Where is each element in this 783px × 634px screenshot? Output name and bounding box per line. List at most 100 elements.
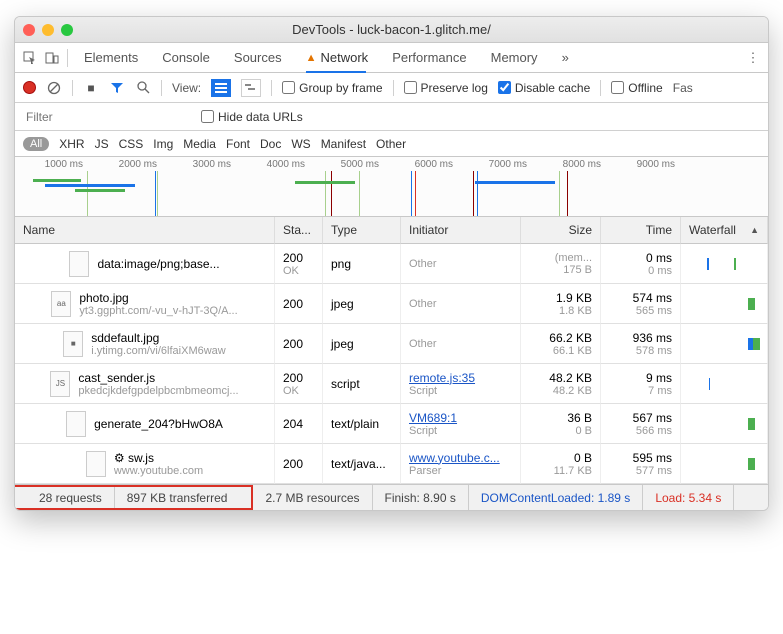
table-cell[interactable]: ⚙ sw.jswww.youtube.com [15,444,275,484]
table-cell[interactable] [681,404,768,444]
table-cell[interactable]: www.youtube.c...Parser [401,444,521,484]
warning-icon: ▲ [306,52,317,64]
status-finish: Finish: 8.90 s [373,485,469,510]
filter-icon[interactable] [109,80,125,96]
group-by-frame-checkbox[interactable]: Group by frame [282,81,382,95]
table-cell[interactable]: 9 ms7 ms [601,364,681,404]
table-cell[interactable]: 48.2 KB48.2 KB [521,364,601,404]
inspect-icon[interactable] [21,49,39,67]
table-cell[interactable]: 200 [275,284,323,324]
table-cell[interactable]: 567 ms566 ms [601,404,681,444]
table-cell[interactable] [681,284,768,324]
table-cell[interactable]: 36 B0 B [521,404,601,444]
table-cell[interactable]: ■sddefault.jpgi.ytimg.com/vi/6lfaiXM6waw [15,324,275,364]
overview-chart [15,171,768,216]
table-cell[interactable]: Other [401,324,521,364]
tab-memory[interactable]: Memory [481,43,548,73]
status-requests: 28 requests [27,487,115,508]
col-initiator[interactable]: Initiator [401,217,521,244]
table-cell[interactable]: generate_204?bHwO8A [15,404,275,444]
table-cell[interactable] [681,324,768,364]
col-size[interactable]: Size [521,217,601,244]
file-icon [86,451,106,477]
table-cell[interactable] [681,364,768,404]
type-img[interactable]: Img [153,137,173,151]
throttle-label[interactable]: Fas [673,81,693,95]
table-cell[interactable]: script [323,364,401,404]
table-cell[interactable]: 574 ms565 ms [601,284,681,324]
col-name[interactable]: Name [15,217,275,244]
file-icon [66,411,86,437]
network-toolbar: ■ View: Group by frame Preserve log Disa… [15,73,768,103]
search-icon[interactable] [135,80,151,96]
file-icon [69,251,89,277]
table-cell[interactable]: remote.js:35Script [401,364,521,404]
type-media[interactable]: Media [183,137,216,151]
table-cell[interactable]: 595 ms577 ms [601,444,681,484]
table-cell[interactable]: 1.9 KB1.8 KB [521,284,601,324]
status-load: Load: 5.34 s [643,485,734,510]
table-cell[interactable]: jpeg [323,324,401,364]
device-icon[interactable] [43,49,61,67]
table-cell[interactable] [681,444,768,484]
disable-cache-checkbox[interactable]: Disable cache [498,81,590,95]
table-cell[interactable]: png [323,244,401,284]
table-cell[interactable]: 204 [275,404,323,444]
type-js[interactable]: JS [95,137,109,151]
waterfall-view-button[interactable] [241,79,261,97]
table-cell[interactable] [681,244,768,284]
tab-elements[interactable]: Elements [74,43,148,73]
type-all[interactable]: All [23,137,49,151]
col-type[interactable]: Type [323,217,401,244]
table-cell[interactable]: aaphoto.jpgyt3.ggpht.com/-vu_v-hJT-3Q/A.… [15,284,275,324]
table-cell[interactable]: VM689:1Script [401,404,521,444]
offline-checkbox[interactable]: Offline [611,81,662,95]
table-cell[interactable]: 66.2 KB66.1 KB [521,324,601,364]
table-cell[interactable]: JScast_sender.jspkedcjkdefgpdelpbcmbmeom… [15,364,275,404]
table-cell[interactable]: 200OK [275,244,323,284]
record-button[interactable] [23,81,36,94]
type-xhr[interactable]: XHR [59,137,84,151]
col-status[interactable]: Sta... [275,217,323,244]
type-css[interactable]: CSS [119,137,144,151]
titlebar: DevTools - luck-bacon-1.glitch.me/ [15,17,768,43]
type-font[interactable]: Font [226,137,250,151]
type-doc[interactable]: Doc [260,137,281,151]
kebab-icon[interactable]: ⋮ [744,49,762,67]
table-cell[interactable]: (mem...175 B [521,244,601,284]
hide-data-urls-checkbox[interactable]: Hide data URLs [201,110,303,124]
table-cell[interactable]: 936 ms578 ms [601,324,681,364]
table-cell[interactable]: jpeg [323,284,401,324]
tab-console[interactable]: Console [152,43,220,73]
table-cell[interactable]: data:image/png;base... [15,244,275,284]
tab-sources[interactable]: Sources [224,43,292,73]
clear-icon[interactable] [46,80,62,96]
gear-icon: ⚙ [114,451,125,465]
status-highlight: 28 requests 897 KB transferred [14,485,253,510]
large-rows-button[interactable] [211,79,231,97]
type-ws[interactable]: WS [291,137,310,151]
tab-performance[interactable]: Performance [382,43,476,73]
col-time[interactable]: Time [601,217,681,244]
window-title: DevTools - luck-bacon-1.glitch.me/ [15,22,768,37]
type-manifest[interactable]: Manifest [321,137,366,151]
tab-network[interactable]: ▲Network [296,43,379,73]
type-other[interactable]: Other [376,137,406,151]
table-cell[interactable]: 200 [275,324,323,364]
table-cell[interactable]: Other [401,244,521,284]
status-transferred: 897 KB transferred [115,487,240,508]
preserve-log-checkbox[interactable]: Preserve log [404,81,488,95]
table-cell[interactable]: 200 [275,444,323,484]
tab-more[interactable]: » [552,43,579,73]
table-cell[interactable]: text/plain [323,404,401,444]
table-cell[interactable]: 200OK [275,364,323,404]
col-waterfall[interactable]: Waterfall▲ [681,217,768,244]
table-cell[interactable]: 0 B11.7 KB [521,444,601,484]
table-cell[interactable]: text/java... [323,444,401,484]
request-table: Name Sta... Type Initiator Size Time Wat… [15,217,768,484]
table-cell[interactable]: 0 ms0 ms [601,244,681,284]
camera-icon[interactable]: ■ [83,80,99,96]
filter-input[interactable] [23,106,183,128]
timeline-overview[interactable]: 1000 ms2000 ms3000 ms4000 ms5000 ms6000 … [15,157,768,217]
table-cell[interactable]: Other [401,284,521,324]
